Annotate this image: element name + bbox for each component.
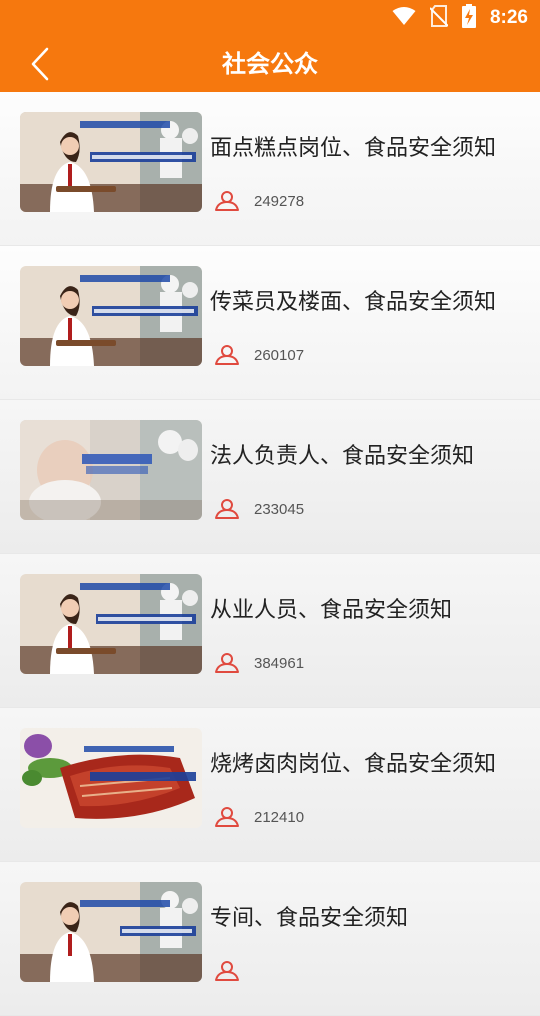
video-thumbnail: [20, 112, 202, 212]
no-sim-icon: [429, 5, 449, 31]
video-thumbnail: [20, 882, 202, 982]
view-count: 249278: [254, 192, 305, 210]
view-count: 260107: [254, 346, 305, 364]
item-title: 传菜员及楼面、食品安全须知: [210, 290, 497, 315]
user-icon: [215, 961, 239, 981]
list-item[interactable]: 传菜员及楼面、食品安全须知 260107: [0, 246, 540, 400]
page-title: 社会公众: [222, 50, 318, 78]
item-title: 烧烤卤肉岗位、食品安全须知: [210, 752, 497, 777]
item-title: 专间、食品安全须知: [210, 906, 409, 931]
battery-charging-icon: [461, 4, 476, 32]
video-thumbnail: [20, 420, 202, 520]
list-item[interactable]: 从业人员、食品安全须知 384961: [0, 554, 540, 708]
status-time: 8:26: [489, 7, 528, 28]
video-thumbnail: [20, 574, 202, 674]
list-item[interactable]: 法人负责人、食品安全须知 233045: [0, 400, 540, 554]
item-title: 法人负责人、食品安全须知: [210, 444, 475, 469]
user-icon: [215, 653, 239, 673]
item-title: 面点糕点岗位、食品安全须知: [210, 136, 497, 161]
user-icon: [215, 191, 239, 211]
list-item[interactable]: 专间、食品安全须知: [0, 862, 540, 1016]
video-thumbnail: [20, 728, 202, 828]
item-title: 从业人员、食品安全须知: [210, 598, 453, 623]
user-icon: [215, 345, 239, 365]
status-bar: 8:26: [0, 0, 540, 36]
view-count: 212410: [254, 808, 305, 826]
header-bar: 社会公众: [0, 36, 540, 92]
view-count: 384961: [254, 654, 305, 672]
list-item[interactable]: 面点糕点岗位、食品安全须知 249278: [0, 92, 540, 246]
user-icon: [215, 807, 239, 827]
list-item[interactable]: 烧烤卤肉岗位、食品安全须知 212410: [0, 708, 540, 862]
video-list: 面点糕点岗位、食品安全须知 249278 传菜员及楼面、食品安全须知 26010…: [0, 92, 540, 1016]
user-icon: [215, 499, 239, 519]
view-count: 233045: [254, 500, 305, 518]
wifi-icon: [392, 6, 416, 30]
video-thumbnail: [20, 266, 202, 366]
